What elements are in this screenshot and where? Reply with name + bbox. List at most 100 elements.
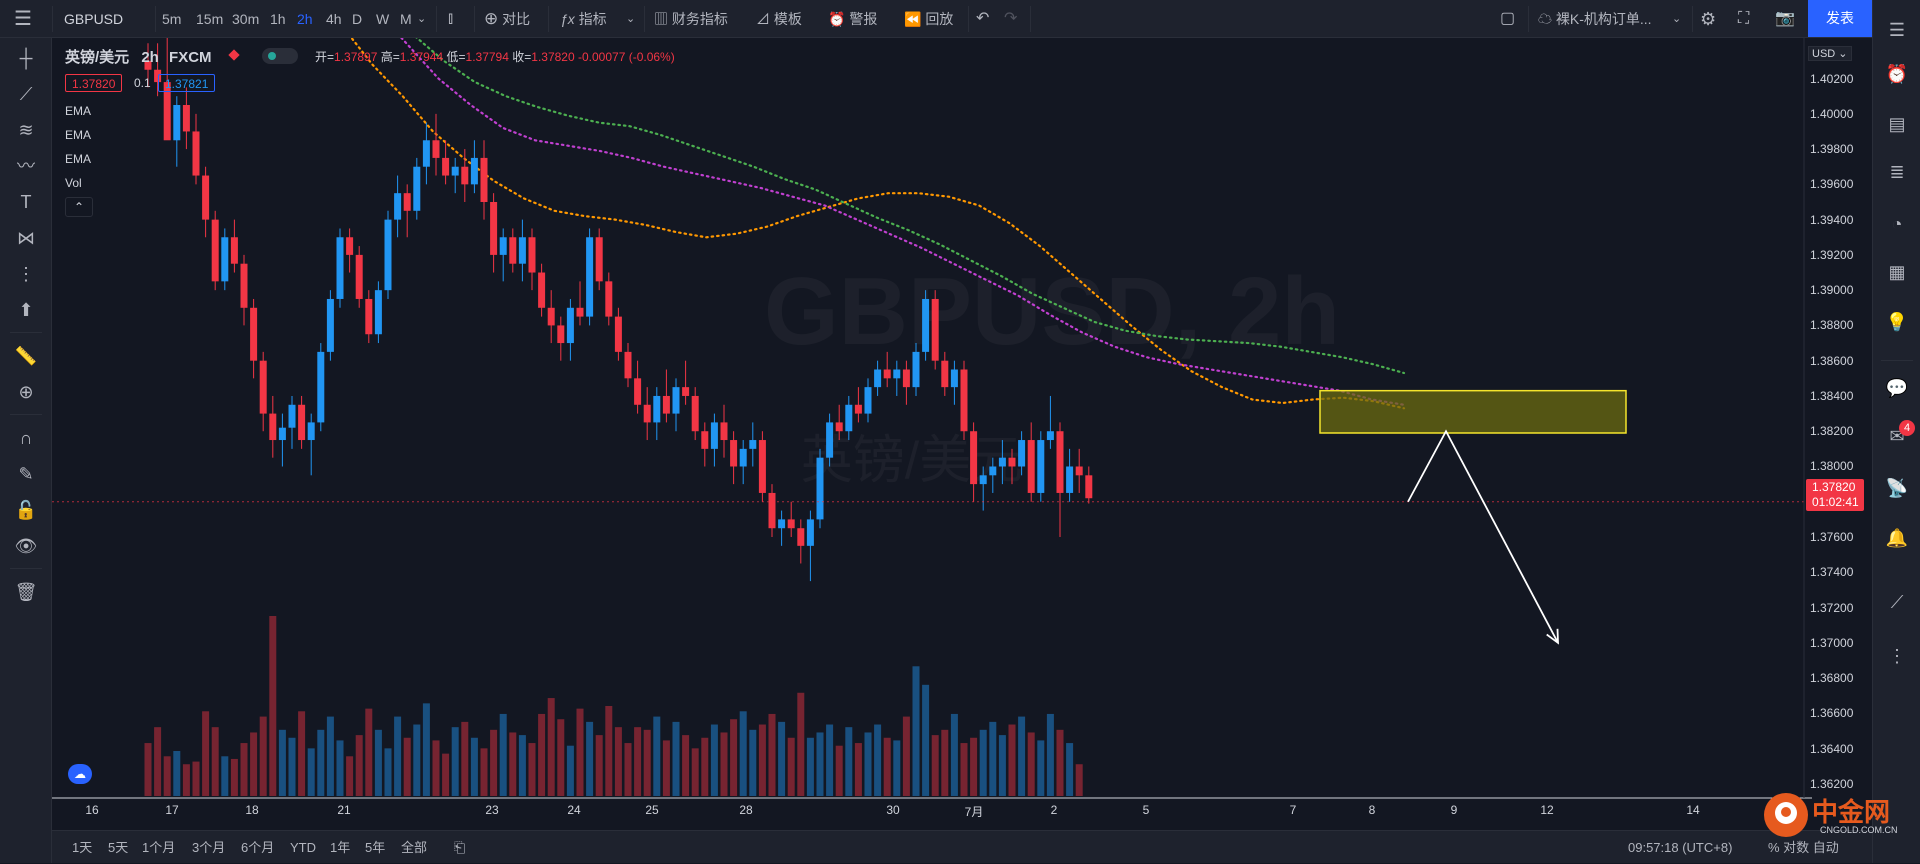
candle-body [490,201,498,255]
goto-date-icon[interactable]: ⎗ [454,831,465,864]
timeframe-W[interactable]: W [376,0,389,38]
divider [1528,6,1529,32]
timeframe-30m[interactable]: 30m [232,0,259,38]
symbol-search[interactable]: GBPUSD [64,0,123,38]
notification-badge: 4 [1899,420,1915,436]
prediction-tool-icon[interactable]: ⋮ [14,262,38,286]
candle-body [960,369,968,432]
price-chart[interactable]: GBPUSD, 2h 英镑/美元 [52,38,1872,830]
replay-button[interactable]: ⏪ 回放 [904,0,953,38]
chevron-down-icon[interactable]: ⌄ [626,0,635,38]
templates-button[interactable]: ⊿ 模板 [756,0,802,38]
alarm-icon[interactable]: ⏰ [1885,62,1909,86]
redo-icon[interactable]: ↷ [1004,0,1017,38]
magnet-icon[interactable]: ∩ [14,426,38,450]
price-tick: 1.39200 [1810,247,1854,262]
undo-icon[interactable]: ↶ [976,0,989,38]
price-tick: 1.37600 [1810,530,1854,545]
calendar-icon[interactable]: ▦ [1885,260,1909,284]
range-6[interactable]: 1年 [330,831,350,864]
currency-selector[interactable]: USD ⌄ [1808,46,1852,61]
publish-button[interactable]: 发表 [1808,0,1872,37]
crosshair-icon[interactable]: ┼ [14,46,38,70]
timeframe-2h[interactable]: 2h [297,0,313,38]
candle-body [394,193,402,220]
timeframe-4h[interactable]: 4h [326,0,342,38]
divider [155,6,156,32]
settings-gear-icon[interactable]: ⚙ [1700,0,1716,38]
chevron-down-icon[interactable]: ⌄ [417,0,426,38]
trash-icon[interactable]: 🗑 [14,580,38,604]
sell-price-button[interactable]: 1.37820 [65,74,123,92]
volume-bar [1066,743,1074,796]
arrow-up-icon[interactable]: ⬆ [14,298,38,322]
market-status-toggle[interactable] [262,48,298,64]
range-1[interactable]: 5天 [108,831,128,864]
eye-icon[interactable]: 👁 [14,534,38,558]
legend-symbol[interactable]: 英镑/美元 2h FXCM [65,46,212,67]
chat-icon[interactable]: 💬 [1885,376,1909,400]
fullscreen-icon[interactable]: ⛶ [1738,0,1749,38]
indicator-ema-3[interactable]: EMA [65,152,91,166]
pencil-lock-icon[interactable]: ✎ [14,462,38,486]
time-tick: 8 [1368,803,1376,817]
timeframe-D[interactable]: D [352,0,362,38]
range-7[interactable]: 5年 [365,831,385,864]
volume-bar [1018,716,1026,796]
time-tick: 5 [1142,803,1150,817]
trend-line-icon[interactable]: ⟋ [14,82,38,106]
candle-body [538,272,546,308]
indicator-ema-2[interactable]: EMA [65,128,91,142]
alert-button[interactable]: ⏰ 警报 [828,0,877,38]
range-2[interactable]: 1个月 [142,831,175,864]
layout-selector[interactable]: ☁ 裸K-机构订单... [1538,0,1652,38]
dom-icon[interactable]: ⋮ [1885,644,1909,668]
candle-style-icon[interactable]: ⫾ [448,0,453,38]
volume-bar [394,716,402,796]
news-icon[interactable]: ≣ [1885,160,1909,184]
candle-body [240,263,248,308]
camera-icon[interactable]: 📷 [1775,0,1795,38]
pattern-tool-icon[interactable]: 〰 [14,154,38,178]
fib-tool-icon[interactable]: ≋ [14,118,38,142]
volume-bar [1037,740,1045,796]
time-tick: 23 [485,803,499,817]
notifications-bell-icon[interactable]: 🔔 [1885,526,1909,550]
range-0[interactable]: 1天 [72,831,92,864]
range-3[interactable]: 3个月 [192,831,225,864]
streams-icon[interactable]: 📡 [1885,476,1909,500]
volume-bar [778,721,786,796]
hotlist-icon[interactable]: ◔ [1885,212,1909,236]
collapse-legend-button[interactable]: ⌃ [65,197,93,217]
timezone-clock[interactable]: 09:57:18 (UTC+8) [1628,831,1732,864]
ideas-icon[interactable]: 💡 [1885,310,1909,334]
indicator-vol[interactable]: Vol [65,176,82,190]
trading-panel-icon[interactable]: ⟋ [1885,590,1909,614]
indicator-ema-1[interactable]: EMA [65,104,91,118]
volume-bar [173,751,181,796]
text-tool-icon[interactable]: T [14,190,38,214]
lock-icon[interactable]: 🔓 [14,498,38,522]
menu-icon[interactable]: ☰ [14,0,40,38]
xabcd-pattern-icon[interactable]: ⋈ [14,226,38,250]
ruler-icon[interactable]: 📏 [14,344,38,368]
watchlist-icon[interactable]: ☰ [1885,18,1909,42]
range-5[interactable]: YTD [290,831,316,864]
chevron-down-icon[interactable]: ⌄ [1672,0,1681,38]
data-window-icon[interactable]: ▤ [1885,112,1909,136]
financials-button[interactable]: ▥ 财务指标 [654,0,728,38]
timeframe-1h[interactable]: 1h [270,0,286,38]
buy-price-button[interactable]: 1.37821 [158,74,216,92]
timeframe-M[interactable]: M [400,0,412,38]
candle-body [730,440,738,467]
range-8[interactable]: 全部 [401,831,427,864]
indicators-button[interactable]: ƒx 指标 [560,0,607,38]
layout-icon[interactable]: ▢ [1500,0,1515,38]
volume-bar [355,735,363,796]
volume-bar [163,756,171,796]
timeframe-15m[interactable]: 15m [196,0,223,38]
range-4[interactable]: 6个月 [241,831,274,864]
compare-button[interactable]: ⊕ 对比 [484,0,530,38]
zoom-in-icon[interactable]: ⊕ [14,380,38,404]
timeframe-5m[interactable]: 5m [162,0,181,38]
